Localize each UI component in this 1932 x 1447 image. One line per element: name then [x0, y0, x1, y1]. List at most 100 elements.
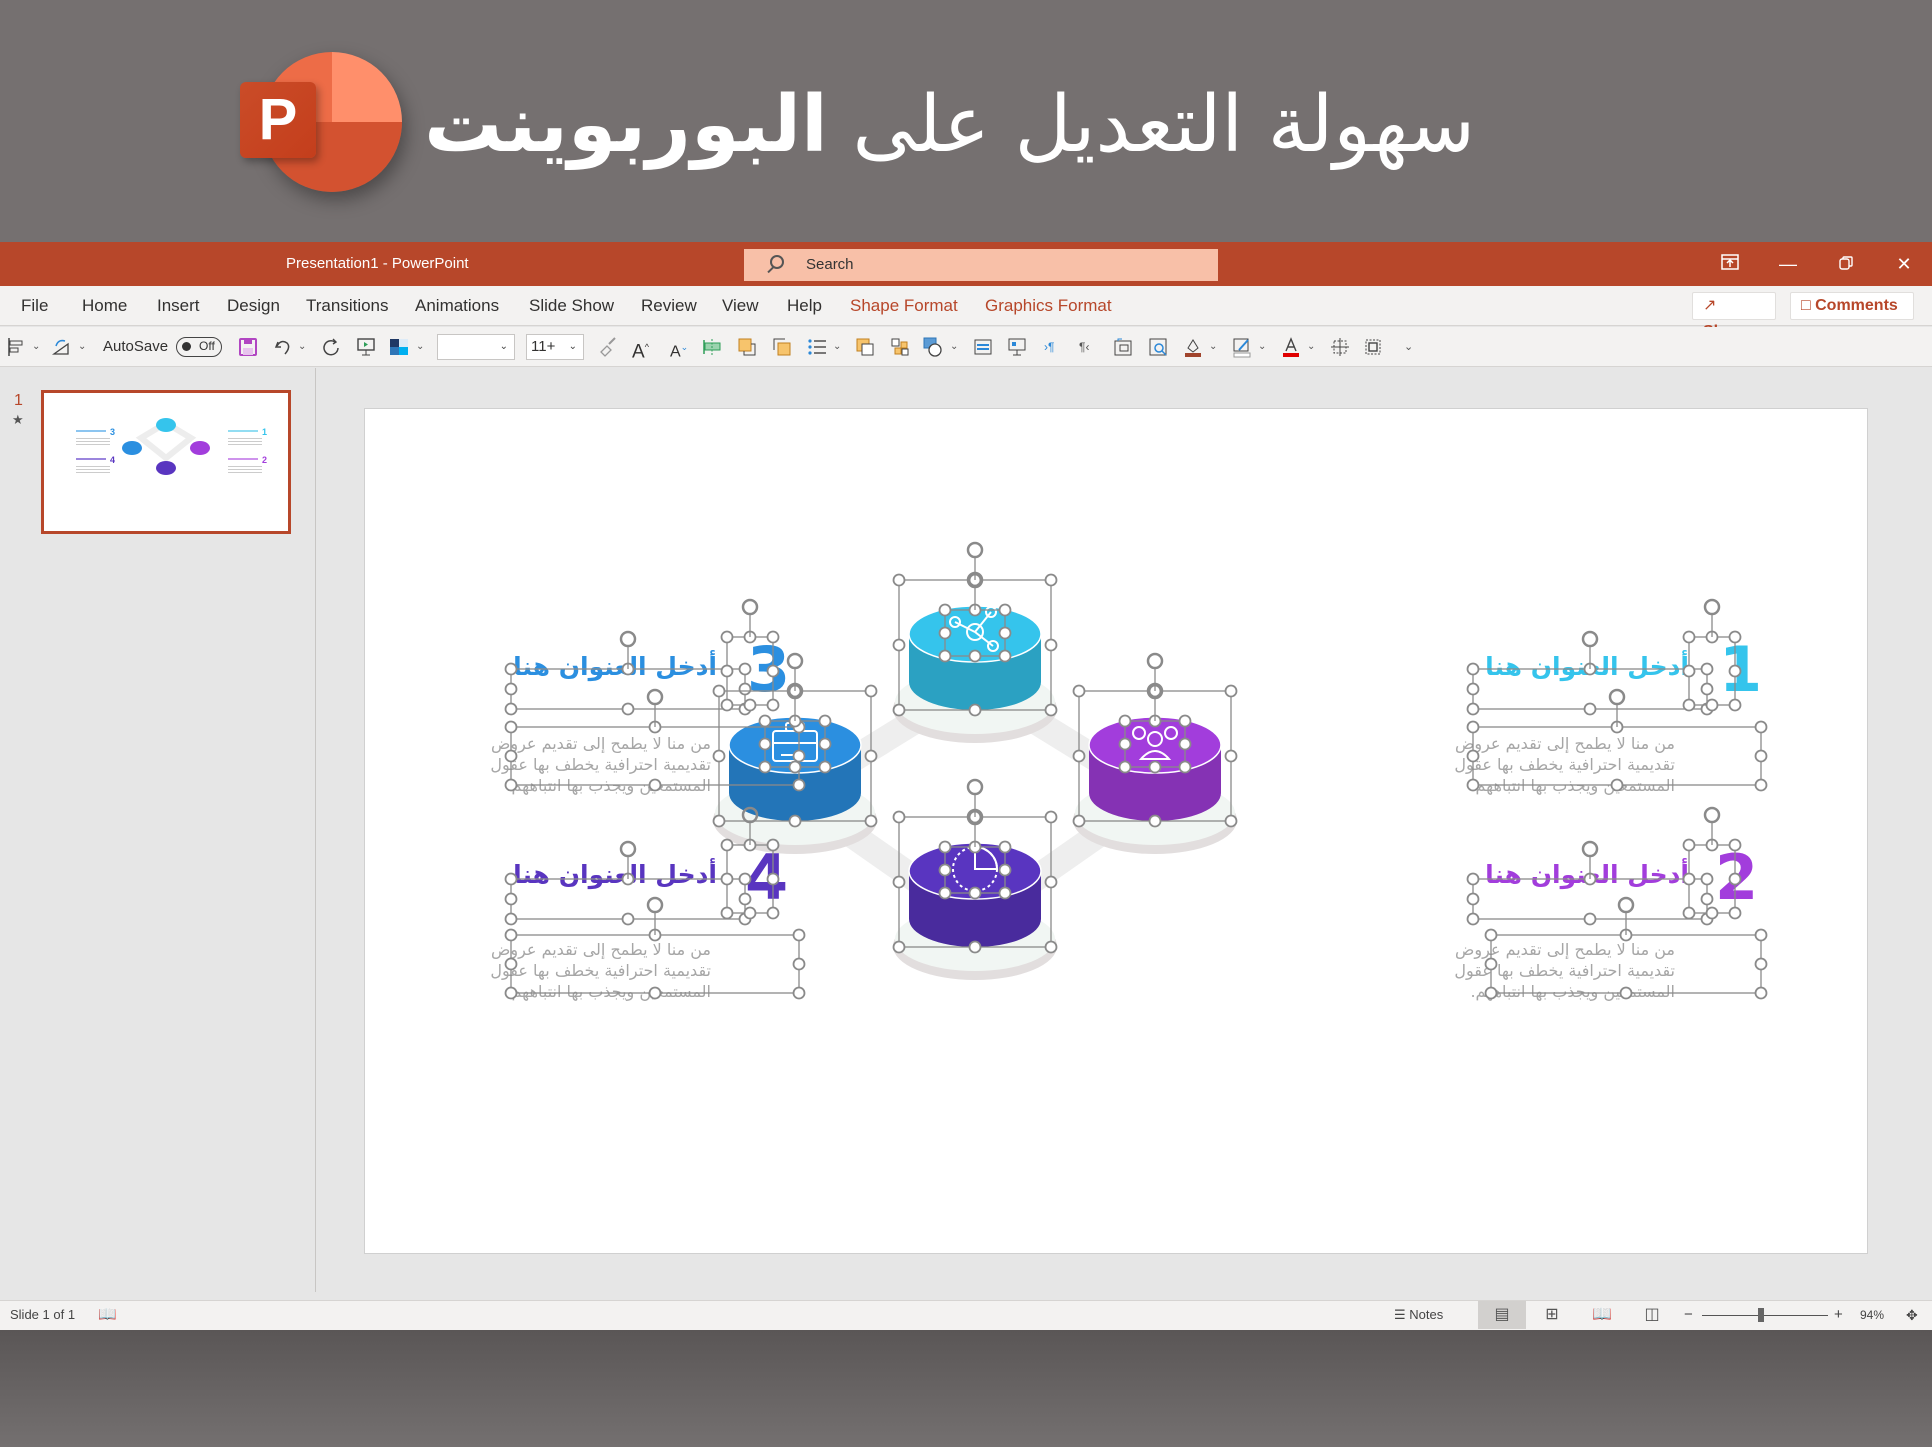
- redo-icon[interactable]: [320, 336, 342, 358]
- tab-review[interactable]: Review: [641, 286, 697, 326]
- notes-button[interactable]: ☰ Notes: [1394, 1301, 1443, 1329]
- bring-forward-icon[interactable]: [736, 336, 758, 358]
- text-box-icon[interactable]: [972, 336, 994, 358]
- comments-button[interactable]: □ Comments: [1790, 292, 1914, 320]
- maximize-button[interactable]: [1818, 242, 1874, 286]
- zoom-slider-thumb[interactable]: [1758, 1308, 1765, 1322]
- align-grid-icon[interactable]: [1329, 336, 1351, 358]
- tab-graphics-format[interactable]: Graphics Format: [985, 286, 1112, 326]
- replace-picture-icon[interactable]: [1112, 336, 1134, 358]
- zoom-level[interactable]: 94%: [1860, 1301, 1884, 1329]
- tab-design[interactable]: Design: [227, 286, 280, 326]
- comment-icon: □: [1801, 297, 1816, 314]
- chevron-down-icon[interactable]: ⌄: [298, 337, 306, 357]
- tab-animations[interactable]: Animations: [415, 286, 499, 326]
- ltr-paragraph-icon[interactable]: ›¶: [1044, 335, 1054, 359]
- font-name-dropdown[interactable]: ⌄: [437, 334, 515, 360]
- save-icon[interactable]: [237, 336, 259, 358]
- minimize-icon: —: [1779, 254, 1797, 274]
- zoom-slider[interactable]: [1702, 1315, 1828, 1316]
- slideshow-view-button[interactable]: ◫: [1628, 1301, 1676, 1329]
- font-size-dropdown[interactable]: 11+ ⌄: [526, 334, 584, 360]
- autosave-toggle[interactable]: Off: [176, 337, 222, 357]
- reading-view-button[interactable]: 📖: [1578, 1301, 1626, 1329]
- align-objects-icon[interactable]: [6, 336, 28, 358]
- presenter-view-icon[interactable]: [1006, 336, 1028, 358]
- item-3-body[interactable]: من منا لا يطمح إلى تقديم عروض تقديمية اح…: [461, 733, 711, 796]
- accessibility-icon[interactable]: 📖: [98, 1301, 117, 1329]
- rotate-icon[interactable]: [50, 336, 72, 358]
- fit-to-window-icon[interactable]: ✥: [1906, 1301, 1918, 1329]
- slide-thumbnail-1[interactable]: 3 4 1 2: [41, 390, 291, 534]
- ribbon-tabs: File Home Insert Design Transitions Anim…: [0, 286, 1932, 340]
- item-4-heading[interactable]: أدخل العنوان هنا: [513, 859, 717, 891]
- notes-label: Notes: [1409, 1307, 1444, 1322]
- book-icon: 📖: [1592, 1306, 1612, 1323]
- format-painter-icon[interactable]: [597, 336, 619, 358]
- item-1-body[interactable]: من منا لا يطمح إلى تقديم عروض تقديمية اح…: [1425, 733, 1675, 796]
- theme-colors-icon[interactable]: [388, 336, 410, 358]
- status-bar: Slide 1 of 1 📖 ☰ Notes ▤ ⊞ 📖 ◫ − + 94% ✥: [0, 1300, 1932, 1330]
- item-3-heading[interactable]: أدخل العنوان هنا: [513, 651, 717, 683]
- banner-title: سهولة التعديل على البوربوينت: [424, 70, 1475, 180]
- zoom-in-button[interactable]: +: [1834, 1301, 1843, 1329]
- chevron-down-icon[interactable]: ⌄: [78, 337, 86, 357]
- svg-text:2: 2: [262, 455, 267, 465]
- crop-icon[interactable]: [1362, 336, 1384, 358]
- tab-transitions[interactable]: Transitions: [306, 286, 389, 326]
- tab-file[interactable]: File: [21, 286, 48, 326]
- item-4-body[interactable]: من منا لا يطمح إلى تقديم عروض تقديمية اح…: [461, 939, 711, 1002]
- zoom-out-button[interactable]: −: [1684, 1301, 1693, 1329]
- close-button[interactable]: ✕: [1876, 242, 1932, 286]
- shape-outline-icon[interactable]: [1231, 336, 1253, 358]
- title-bar: Presentation1 - PowerPoint Search — ✕: [0, 242, 1932, 286]
- tab-help[interactable]: Help: [787, 286, 822, 326]
- decrease-font-size-icon[interactable]: A⌄: [670, 335, 688, 360]
- diagram-graphic: [713, 605, 1237, 980]
- search-input[interactable]: Search: [744, 249, 1218, 281]
- selection-pane-icon[interactable]: [1147, 336, 1169, 358]
- slide-canvas[interactable]: 1 أدخل العنوان هنا من منا لا يطمح إلى تق…: [364, 408, 1868, 1254]
- share-button[interactable]: ↗ Share: [1692, 292, 1776, 340]
- item-3-number[interactable]: 3: [747, 639, 790, 701]
- tab-insert[interactable]: Insert: [157, 286, 200, 326]
- item-2-heading[interactable]: أدخل العنوان هنا: [1485, 859, 1689, 891]
- font-size-value: 11+: [531, 338, 556, 355]
- item-2-body[interactable]: من منا لا يطمح إلى تقديم عروض تقديمية اح…: [1425, 939, 1675, 1002]
- bullets-icon[interactable]: [806, 336, 828, 358]
- item-1-heading[interactable]: أدخل العنوان هنا: [1485, 651, 1689, 683]
- comments-label: Comments: [1815, 297, 1898, 314]
- minimize-button[interactable]: —: [1760, 242, 1816, 286]
- font-color-icon[interactable]: [1280, 336, 1302, 358]
- item-1-number[interactable]: 1: [1719, 639, 1762, 701]
- ungroup-icon[interactable]: [889, 336, 911, 358]
- increase-font-size-icon[interactable]: A^: [632, 335, 649, 362]
- rtl-paragraph-icon[interactable]: ¶‹: [1079, 335, 1089, 359]
- undo-icon[interactable]: [272, 336, 294, 358]
- cylinder-4: [893, 842, 1057, 980]
- chevron-down-icon[interactable]: ⌄: [950, 337, 958, 357]
- shapes-icon[interactable]: [922, 336, 944, 358]
- start-slideshow-icon[interactable]: [355, 336, 377, 358]
- chevron-down-icon[interactable]: ⌄: [416, 337, 424, 357]
- tab-shape-format[interactable]: Shape Format: [850, 286, 958, 326]
- item-4-number[interactable]: 4: [745, 847, 788, 909]
- ribbon-display-options-button[interactable]: [1702, 242, 1758, 286]
- chevron-down-icon[interactable]: ⌄: [32, 337, 40, 357]
- group-objects-icon[interactable]: [854, 336, 876, 358]
- chevron-down-icon[interactable]: ⌄: [1209, 337, 1217, 357]
- chevron-down-icon[interactable]: ⌄: [1258, 337, 1266, 357]
- chevron-down-icon: ⌄: [499, 341, 508, 352]
- align-center-icon[interactable]: [701, 336, 723, 358]
- tab-view[interactable]: View: [722, 286, 759, 326]
- shape-fill-icon[interactable]: [1182, 336, 1204, 358]
- customize-toolbar-icon[interactable]: ⌄: [1404, 335, 1413, 359]
- chevron-down-icon[interactable]: ⌄: [833, 337, 841, 357]
- item-2-number[interactable]: 2: [1715, 847, 1758, 909]
- send-backward-icon[interactable]: [771, 336, 793, 358]
- chevron-down-icon[interactable]: ⌄: [1307, 337, 1315, 357]
- tab-slide-show[interactable]: Slide Show: [529, 286, 614, 326]
- tab-home[interactable]: Home: [82, 286, 127, 326]
- slide-sorter-button[interactable]: ⊞: [1528, 1301, 1576, 1329]
- normal-view-button[interactable]: ▤: [1478, 1301, 1526, 1329]
